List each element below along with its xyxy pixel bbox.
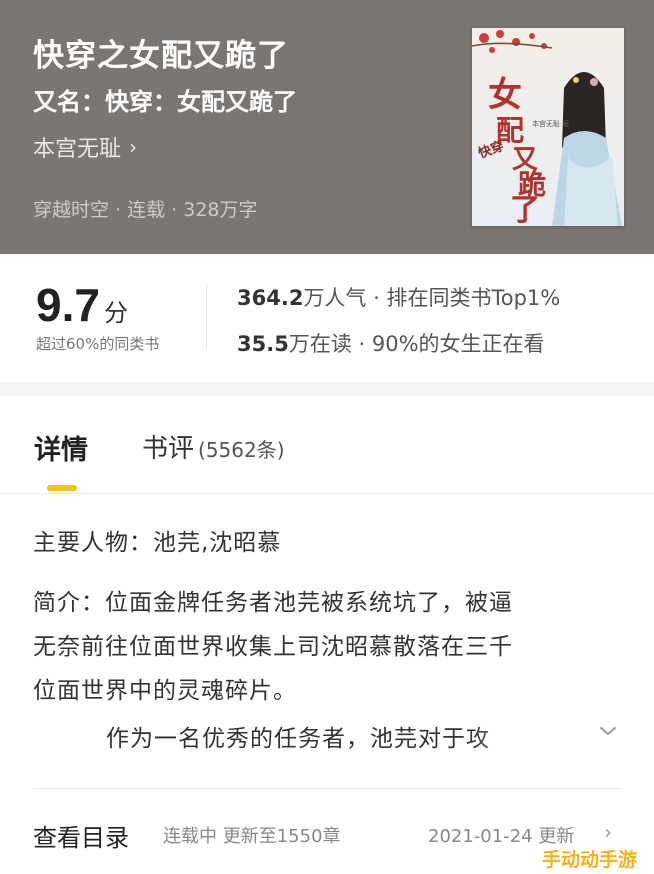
divider (33, 788, 621, 789)
section-gap (0, 382, 654, 396)
active-tab-indicator (47, 485, 77, 491)
popularity-text: 万人气 · 排在同类书Top1% (303, 286, 561, 310)
synopsis-fade (470, 712, 600, 758)
tab-detail[interactable]: 详情 (34, 428, 88, 467)
svg-text:本宫无耻 著: 本宫无耻 著 (532, 119, 569, 128)
tab-review[interactable]: 书评 (5562条) (142, 428, 285, 465)
tab-bar (0, 396, 654, 494)
svg-text:了: 了 (510, 193, 540, 226)
synopsis-line: 无奈前往位面世界收集上司沈昭慕散落在三千 (33, 634, 513, 660)
watermark: 手动动手游 (542, 849, 638, 871)
readers-text: 万在读 · 90%的女生正在看 (288, 332, 545, 356)
catalog-title: 查看目录 (33, 824, 129, 852)
author-link[interactable]: 本宫无耻 › (33, 131, 137, 163)
score-value: 9.7 (36, 279, 100, 331)
cover-title-char: 女 (488, 75, 522, 115)
synopsis-line: 位面世界中的灵魂碎片。 (33, 678, 297, 704)
readers-value: 35.5 (237, 332, 289, 356)
book-cover[interactable]: 女 配 又 跪 了 快穿 本宫无耻 著 (472, 28, 624, 226)
popularity-stat: 364.2万人气 · 排在同类书Top1% (237, 282, 560, 312)
chevron-right-icon: › (604, 820, 612, 844)
tab-review-label: 书评 (142, 434, 195, 464)
book-meta: 穿越时空 · 连载 · 328万字 (33, 199, 258, 221)
main-characters: 主要人物：池芫,沈昭慕 (33, 530, 282, 556)
chevron-right-icon: › (129, 135, 138, 159)
readers-stat: 35.5万在读 · 90%的女生正在看 (237, 328, 545, 358)
score-comparison: 超过60%的同类书 (36, 335, 160, 353)
catalog-status: 连载中 更新至1550章 (163, 826, 341, 847)
book-title: 快穿之女配又跪了 (33, 38, 289, 74)
review-count: (5562条) (198, 438, 285, 462)
book-alias: 又名：快穿：女配又跪了 (33, 88, 297, 116)
rating-score: 9.7 分 (36, 278, 128, 332)
score-unit: 分 (103, 299, 128, 327)
stats-divider (206, 284, 207, 350)
author-name: 本宫无耻 (33, 137, 122, 162)
synopsis: 简介：位面金牌任务者池芫被系统坑了，被逼 无奈前往位面世界收集上司沈昭慕散落在三… (33, 581, 625, 713)
popularity-value: 364.2 (237, 286, 304, 310)
chevron-down-icon[interactable] (598, 722, 618, 743)
synopsis-line: 简介：位面金牌任务者池芫被系统坑了，被逼 (33, 590, 513, 616)
